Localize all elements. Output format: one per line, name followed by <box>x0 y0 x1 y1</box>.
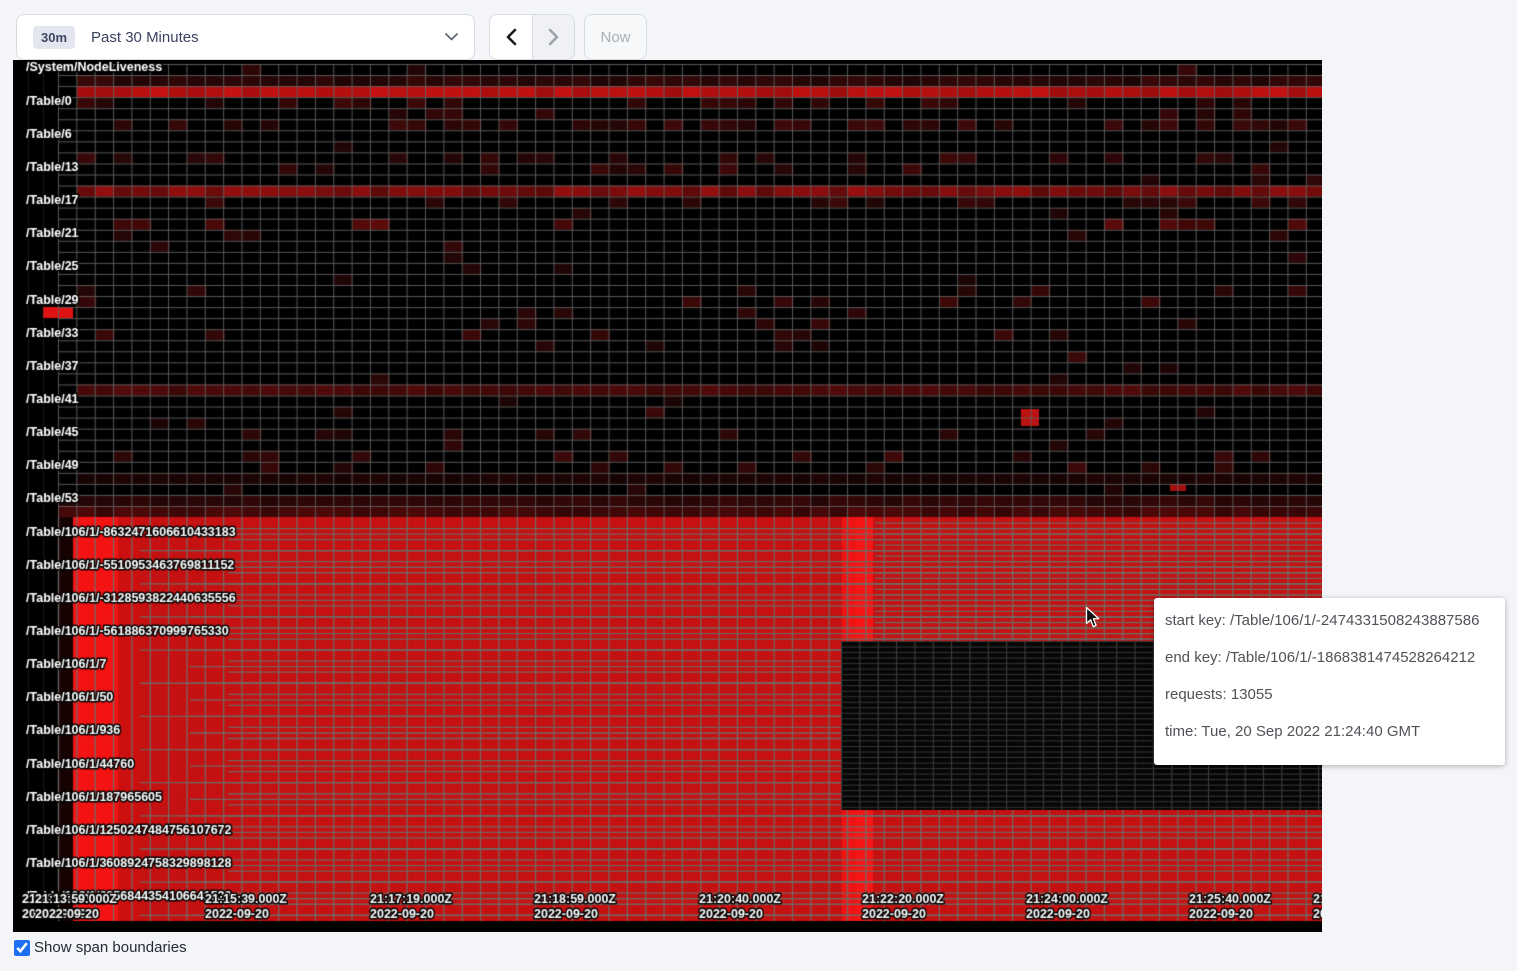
tooltip-time: time: Tue, 20 Sep 2022 21:24:40 GMT <box>1165 713 1505 750</box>
now-button[interactable]: Now <box>584 14 647 60</box>
time-next-button[interactable] <box>532 15 574 59</box>
time-scale-label: Past 30 Minutes <box>91 29 199 46</box>
time-nav-group <box>489 14 575 60</box>
show-span-boundaries-checkbox[interactable] <box>14 940 30 956</box>
key-visualizer-heatmap[interactable] <box>13 60 1322 932</box>
time-scale-dropdown[interactable]: 30m Past 30 Minutes <box>16 14 475 60</box>
chevron-left-icon <box>505 28 517 46</box>
hover-tooltip: start key: /Table/106/1/-247433150824388… <box>1154 598 1505 765</box>
show-span-boundaries-label: Show span boundaries <box>34 939 187 956</box>
span-boundaries-control: Show span boundaries <box>12 939 187 956</box>
time-scale-badge: 30m <box>33 26 75 49</box>
tooltip-start-key: start key: /Table/106/1/-247433150824388… <box>1165 602 1505 639</box>
tooltip-end-key: end key: /Table/106/1/-18683814745282642… <box>1165 639 1505 676</box>
mouse-cursor <box>1085 606 1101 629</box>
key-visualizer-page: 30m Past 30 Minutes Now start key: /Tabl… <box>0 0 1517 971</box>
chevron-down-icon <box>445 33 458 41</box>
tooltip-requests: requests: 13055 <box>1165 676 1505 713</box>
time-prev-button[interactable] <box>490 15 532 59</box>
chevron-right-icon <box>548 28 560 46</box>
